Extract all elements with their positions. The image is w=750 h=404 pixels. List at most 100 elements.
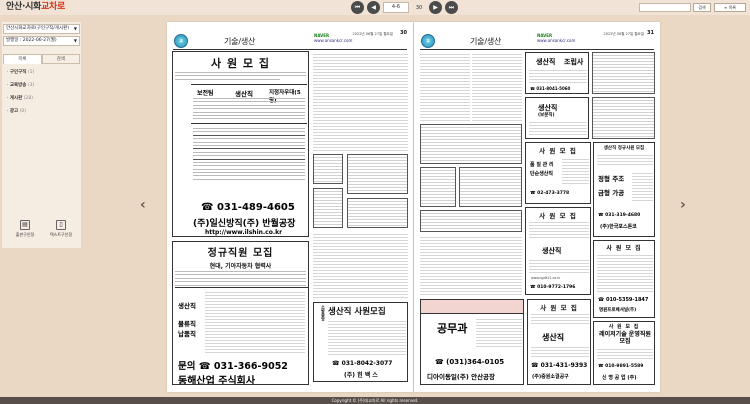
edition-select[interactable]: 안산시화교차로(구인구직/게시판) ▼ [3,24,80,34]
edition-value: 안산시화교차로(구인구직/게시판) [6,26,69,31]
ad-company: 신 명 공 업 (주) [602,375,637,381]
text-tool-button[interactable]: ▯ 텍스트구인정 [48,220,74,244]
ad-subtitle: 현대, 기아자동차 협력사 [209,263,272,270]
category-item[interactable]: · 게시판 (28) [7,96,77,101]
ad-company: 명원프로페셔널(주) [599,308,637,313]
ad-jungwon[interactable]: 사 원 모 집 생산직 ☎ 031-431-9393 (주)중원소결공구 [527,299,591,385]
ad-job: 생산직 [542,247,562,255]
ad-assembler[interactable]: 생산직 조립사 ☎ 031-8041-5060 [525,52,589,94]
ad-side-label: 소방중앙 [321,305,326,321]
classified-column [420,52,470,122]
ad-shinmyung[interactable]: 사 원 모 집 레이저기술 운영직원 모집 ☎ 010-9891-5589 신 … [593,321,655,385]
ad-hinbaekseu[interactable]: 소방중앙 생산직 사원모집 ☎ 031-8042-3077 (주) 힌 백 스 [313,302,408,382]
ad-company: (주)일신방직(주) 반월공장 [193,219,296,229]
ad-phone: ☎ 031-489-4605 [201,202,295,213]
category-count: (3) [27,83,35,88]
print-tool-button[interactable]: ▤ 출판구인정 [12,220,38,244]
search-button[interactable]: 검색 [693,3,711,12]
ad-url: http://www.ilshin.co.kr [205,229,283,236]
ad-phone: ☎ (031)364-0105 [435,358,505,366]
list-button[interactable]: ≡ 목록 [714,3,746,12]
newspaper-page-left[interactable]: 교 기술/생산 NAVER www.ansankcr.com 2022년 06월… [167,22,413,392]
ad-production[interactable]: 생산직 (보분직) [525,97,589,139]
ad-title: 생산직 사원모집 [328,307,386,317]
site-url: www.ansankcr.com [314,38,353,43]
prev-page-icon[interactable]: ◀ [367,1,380,14]
ad-job: 레이저기술 운영직원 모집 [599,331,651,345]
page-input[interactable]: 4-6 [383,2,409,13]
search-input[interactable] [639,3,691,12]
classified-box [313,188,343,228]
ad-hankook-poston[interactable]: 생산직 정규사원 모집 정형 주조 금형 가공 ☎ 031-319-4680 (… [593,142,655,237]
classified-box [313,154,343,184]
issue-date-select[interactable]: 발행일 : 2022-06-27(월) ▼ [3,36,80,46]
tab-search[interactable]: 검색 [41,54,80,64]
ad-title: 정규직원 모집 [207,248,274,259]
classified-column [313,52,408,152]
ad-title: 사 원 모 집 [540,304,578,312]
ad-phone: ☎ 031-431-9393 [531,362,588,369]
issue-date: 2022년 06월 27일 월요일 [603,32,644,36]
category-label: 게시판 [9,96,23,101]
ad-title: 사 원 모 집 [211,57,270,70]
next-spread-icon[interactable]: › [680,197,686,213]
first-page-icon[interactable]: ⏮ [351,1,364,14]
classified-box [420,210,522,232]
ad-company: (주)한국포스톤코 [600,224,637,230]
tool-label: 출판구인정 [15,232,35,237]
issue-date-value: 발행일 : 2022-06-27(월) [6,38,57,43]
ad-myungwon[interactable]: 사 원 모 집 ☎ 010-5359-1847 명원프로페셔널(주) [593,240,655,318]
paper-logo-icon: 교 [174,34,188,48]
ad-company: (주) 힌 백 스 [344,372,378,379]
copyright-footer: Copyright © (주)대교차로 All rights reserved. [0,397,750,404]
page-total: 30 [415,4,423,11]
tab-list[interactable]: 목록 [3,54,42,64]
paper-logo-icon: 교 [421,34,435,48]
prev-spread-icon[interactable]: ‹ [140,197,146,213]
ad-donghae[interactable]: 정규직원 모집 현대, 기아자동차 협력사 생산직 물류직 납품직 문의 ☎ 0… [172,241,309,385]
last-page-icon[interactable]: ⏭ [445,1,458,14]
category-count: (1) [27,70,35,75]
header-rule [420,49,654,50]
brand-accent: 교차로 [41,2,65,12]
print-icon: ▤ [20,220,30,230]
category-item[interactable]: · 광고 (0) [7,109,77,114]
brand-logo[interactable]: 안산·시화교차로 [6,0,65,15]
section-title: 기술/생산 [224,37,256,46]
category-label: 광고 [9,109,19,114]
category-count: (0) [19,109,26,114]
category-label: 구인구직 [9,70,27,75]
classified-column [313,232,408,298]
ad-company: 디아이동일(주) 안산공장 [427,373,496,381]
classified-box [347,198,408,228]
header-rule [173,49,407,50]
next-page-icon[interactable]: ▶ [429,1,442,14]
ad-phone: ☎ 02-473-3778 [530,191,570,196]
classified-box [592,97,655,139]
ad-company: (주)중원소결공구 [532,374,569,380]
ad-ilshin[interactable]: 사 원 모 집 보전팀 생산직 지정자우대(5명) ☎ 031-489-4605… [172,51,309,237]
classified-box [592,52,655,94]
classified-box [420,167,456,207]
classified-box [420,124,522,164]
classified-box [459,167,522,207]
category-list: · 구인구직 (1) · 교육방송 (3) · 게시판 (28) · 광고 (0… [2,64,81,114]
document-icon: ▯ [56,220,66,230]
page-number: 30 [400,30,407,36]
classified-column [420,235,522,295]
ad-title: 공무과 [437,322,468,335]
ad-job: 물류직 [178,320,196,328]
ad-job: 정형 주조 [598,175,625,183]
newspaper-page-right[interactable]: 교 기술/생산 NAVER www.ansankcr.com 2022년 06월… [414,22,660,392]
ad-quality[interactable]: 사 원 모 집 품 질 관 리 단순생산직 ☎ 02-473-3778 [525,142,591,204]
ad-ngdk[interactable]: 사 원 모 집 생산직 www.ngdk21.co.kr ☎ 010-9772-… [525,207,591,295]
ad-job: 단순생산직 [530,171,554,177]
classified-box [347,154,408,194]
page-navigator: ⏮ ◀ 4-6 30 ▶ ⏭ [351,1,458,14]
ad-contact: 문의 ☎ 031-366-9052 [178,361,288,372]
category-item[interactable]: · 구인구직 (1) [7,70,77,75]
issue-date: 2022년 06월 27일 월요일 [352,32,393,36]
sidebar-tabs: 목록 검색 [3,54,80,64]
category-item[interactable]: · 교육방송 (3) [7,83,77,88]
ad-dongil[interactable]: 공무과 ☎ (031)364-0105 디아이동일(주) 안산공장 [420,299,524,385]
